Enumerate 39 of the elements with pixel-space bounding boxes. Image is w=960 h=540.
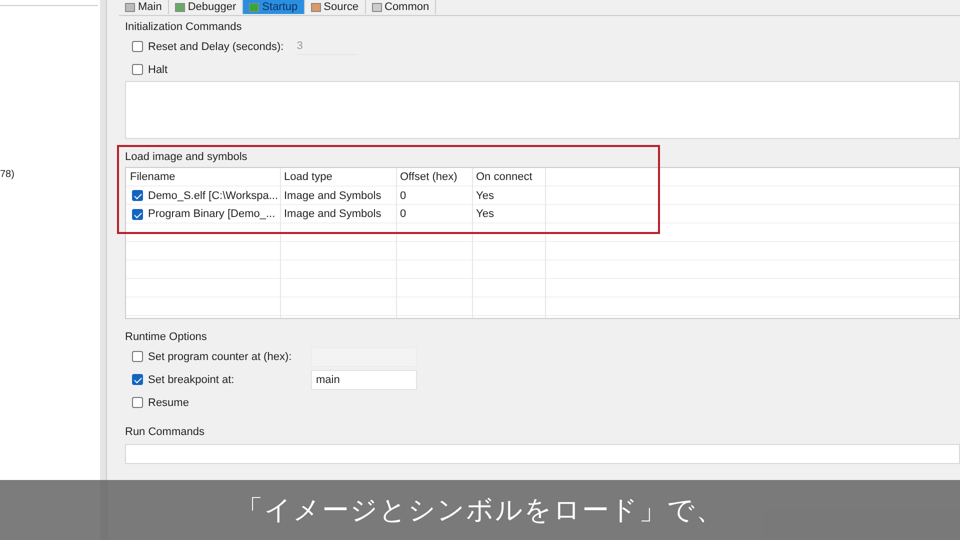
- tab-icon: [125, 2, 135, 12]
- breakpoint-field[interactable]: main: [311, 370, 417, 390]
- table-cell: Yes: [476, 190, 494, 202]
- table-cell: Demo_S.elf [C:\Workspa...: [148, 190, 278, 202]
- tab[interactable]: Startup: [243, 0, 305, 14]
- column-header[interactable]: On connect: [472, 168, 545, 186]
- column-header[interactable]: Offset (hex): [396, 168, 472, 186]
- checkbox[interactable]: [132, 374, 143, 385]
- checkbox[interactable]: [132, 351, 143, 362]
- tab[interactable]: Source: [304, 0, 366, 14]
- tab-icon: [310, 2, 321, 12]
- tab-icon: [174, 2, 185, 12]
- column-header[interactable]: Filename: [126, 168, 280, 186]
- checkbox[interactable]: [132, 41, 143, 52]
- checkbox[interactable]: [132, 64, 143, 75]
- truncated-text: 78): [0, 169, 14, 180]
- caption-text: 「イメージとシンボルをロード」で、: [236, 494, 724, 528]
- section-title: Runtime Options: [125, 331, 207, 343]
- section-title: Load image and symbols: [125, 151, 248, 163]
- tab[interactable]: Common: [366, 0, 436, 14]
- section-title: Initialization Commands: [125, 20, 243, 35]
- option-label: Resume: [148, 396, 190, 408]
- checkbox[interactable]: [132, 397, 143, 408]
- option-label: Set program counter at (hex):: [148, 350, 293, 362]
- option-label: Reset and Delay (seconds):: [148, 40, 284, 52]
- column-header[interactable]: Load type: [280, 168, 396, 186]
- tab-icon: [249, 2, 260, 12]
- option-label: Halt: [148, 64, 168, 76]
- table-cell: Image and Symbols: [284, 208, 382, 220]
- checkbox[interactable]: [132, 190, 143, 202]
- table-cell: 0: [400, 190, 406, 202]
- table-cell: Program Binary [Demo_...: [148, 208, 276, 220]
- table-cell: Yes: [476, 208, 494, 220]
- checkbox[interactable]: [132, 208, 143, 220]
- tab-icon: [372, 2, 382, 12]
- table-cell: 0: [400, 208, 406, 220]
- table-cell: Image and Symbols: [284, 190, 382, 202]
- option-label: Set breakpoint at:: [148, 374, 236, 386]
- section-title: Run Commands: [125, 426, 204, 438]
